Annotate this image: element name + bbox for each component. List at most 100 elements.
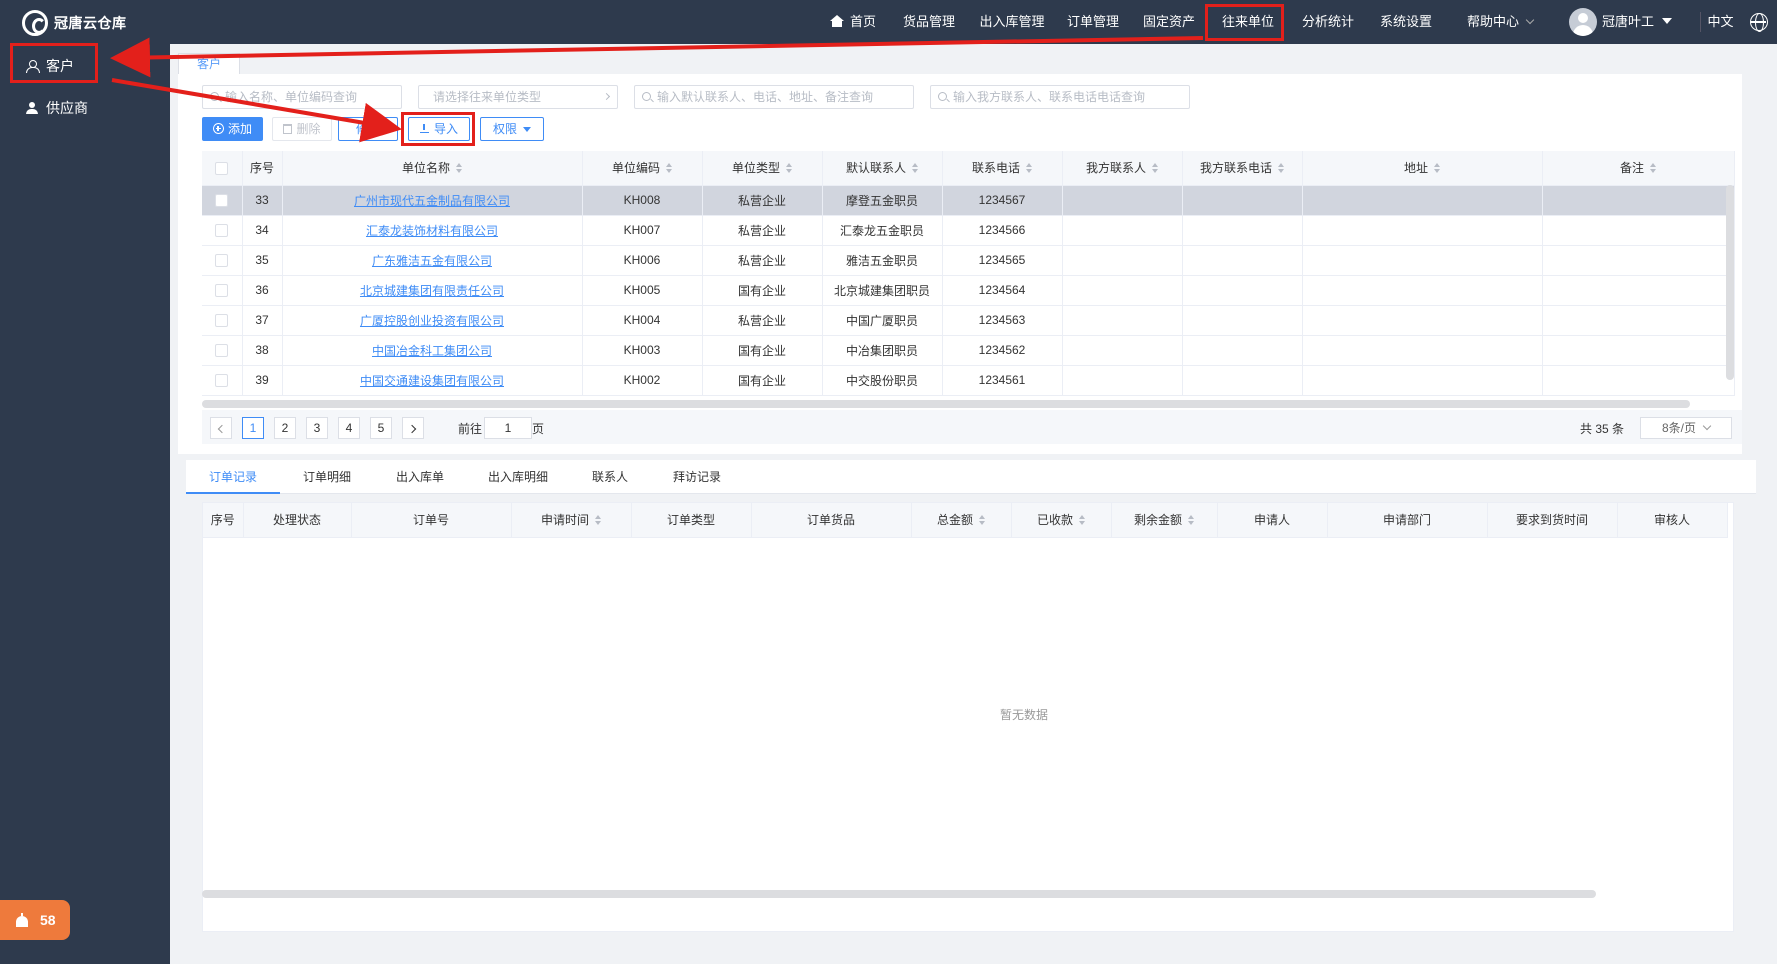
table-row[interactable]: 36 北京城建集团有限责任公司 KH005 国有企业 北京城建集团职员 1234564	[202, 275, 1735, 306]
horizontal-scrollbar[interactable]	[202, 890, 1596, 898]
tab-order-details[interactable]: 订单明细	[280, 460, 374, 494]
delete-button[interactable]: 删除	[272, 117, 332, 141]
cell-no: 35	[242, 245, 283, 276]
sort-icon[interactable]	[1026, 163, 1032, 174]
col-received[interactable]: 已收款	[1011, 503, 1112, 538]
cell-phone: 1234563	[942, 305, 1063, 336]
cell-address	[1302, 185, 1543, 216]
nav-help[interactable]: 帮助中心	[1450, 0, 1550, 44]
user-menu[interactable]: 冠唐叶工	[1602, 0, 1682, 44]
sidebar-item-supplier[interactable]: 供应商	[0, 88, 170, 128]
page-3[interactable]: 3	[306, 417, 328, 439]
row-checkbox[interactable]	[215, 254, 229, 268]
table-row[interactable]: 33 广州市现代五金制品有限公司 KH008 私营企业 摩登五金职员 1234567	[202, 185, 1735, 216]
select-all-cell[interactable]	[202, 151, 243, 186]
notification-button[interactable]: 58	[0, 900, 70, 940]
page-2[interactable]: 2	[274, 417, 296, 439]
nav-fixed-assets[interactable]: 固定资产	[1132, 0, 1206, 44]
page-4[interactable]: 4	[338, 417, 360, 439]
col-total[interactable]: 总金额	[911, 503, 1012, 538]
col-remark[interactable]: 备注	[1542, 151, 1735, 186]
cell-type: 国有企业	[702, 335, 823, 366]
sort-icon[interactable]	[595, 515, 601, 526]
col-our-phone[interactable]: 我方联系电话	[1182, 151, 1303, 186]
avatar[interactable]	[1569, 8, 1597, 36]
col-our-contact[interactable]: 我方联系人	[1062, 151, 1183, 186]
sort-icon[interactable]	[1650, 163, 1656, 174]
tab-contacts[interactable]: 联系人	[570, 460, 650, 494]
sort-icon[interactable]	[1079, 515, 1085, 526]
col-phone[interactable]: 联系电话	[942, 151, 1063, 186]
table-row[interactable]: 39 中国交通建设集团有限公司 KH002 国有企业 中交股份职员 1234561	[202, 365, 1735, 396]
row-checkbox[interactable]	[215, 344, 229, 358]
tab-stock-io-details[interactable]: 出入库明细	[466, 460, 570, 494]
sort-icon[interactable]	[1188, 515, 1194, 526]
company-link[interactable]: 汇泰龙装饰材料有限公司	[366, 224, 498, 238]
row-checkbox[interactable]	[215, 314, 229, 328]
col-address[interactable]: 地址	[1302, 151, 1543, 186]
name-search-input[interactable]: 输入名称、单位编码查询	[202, 85, 402, 109]
partner-type-select[interactable]: 请选择往来单位类型	[418, 85, 618, 109]
company-link[interactable]: 广东雅洁五金有限公司	[372, 254, 492, 268]
select-all-checkbox[interactable]	[215, 161, 229, 175]
globe-icon[interactable]	[1750, 13, 1768, 32]
sort-icon[interactable]	[786, 163, 792, 174]
company-link[interactable]: 广州市现代五金制品有限公司	[354, 194, 510, 208]
tab-visit-records[interactable]: 拜访记录	[650, 460, 744, 494]
page-size-select[interactable]: 8条/页	[1640, 417, 1732, 439]
tab-order-records[interactable]: 订单记录	[186, 460, 280, 494]
col-type[interactable]: 单位类型	[702, 151, 823, 186]
sort-icon[interactable]	[1434, 163, 1440, 174]
table-row[interactable]: 35 广东雅洁五金有限公司 KH006 私营企业 雅洁五金职员 1234565	[202, 245, 1735, 276]
horizontal-scrollbar[interactable]	[202, 400, 1690, 408]
table-row[interactable]: 37 广厦控股创业投资有限公司 KH004 私营企业 中国广厦职员 1234563	[202, 305, 1735, 336]
next-page-button[interactable]	[402, 417, 424, 439]
sort-icon[interactable]	[666, 163, 672, 174]
col-apply-time[interactable]: 申请时间	[511, 503, 632, 538]
edit-button[interactable]: 修改	[338, 117, 398, 141]
col-department: 申请部门	[1327, 503, 1488, 538]
company-link[interactable]: 中国交通建设集团有限公司	[360, 374, 504, 388]
add-button[interactable]: 添加	[202, 117, 263, 141]
our-contact-search-input[interactable]: 输入我方联系人、联系电话电话查询	[930, 85, 1190, 109]
nav-goods[interactable]: 货品管理	[894, 0, 964, 44]
vertical-scrollbar[interactable]	[1726, 185, 1734, 380]
col-label: 联系电话	[971, 161, 1020, 176]
sort-icon[interactable]	[456, 163, 462, 174]
language-switch[interactable]: 中文	[1700, 12, 1740, 32]
row-checkbox[interactable]	[215, 194, 229, 208]
col-name[interactable]: 单位名称	[282, 151, 583, 186]
checkbox	[202, 245, 243, 276]
prev-page-button[interactable]	[210, 417, 232, 439]
nav-settings[interactable]: 系统设置	[1370, 0, 1442, 44]
nav-orders[interactable]: 订单管理	[1058, 0, 1128, 44]
col-code[interactable]: 单位编码	[582, 151, 703, 186]
sort-icon[interactable]	[979, 515, 985, 526]
table-row[interactable]: 38 中国冶金科工集团公司 KH003 国有企业 中冶集团职员 1234562	[202, 335, 1735, 366]
sort-icon[interactable]	[1152, 163, 1158, 174]
sort-icon[interactable]	[912, 163, 918, 174]
page-1[interactable]: 1	[242, 417, 264, 439]
row-checkbox[interactable]	[215, 284, 229, 298]
permission-dropdown[interactable]: 权限	[480, 117, 544, 141]
cell-contact: 汇泰龙五金职员	[822, 215, 943, 246]
goto-page-input[interactable]: 1	[484, 417, 532, 439]
table-row[interactable]: 34 汇泰龙装饰材料有限公司 KH007 私营企业 汇泰龙五金职员 1234566	[202, 215, 1735, 246]
nav-home[interactable]: 首页	[818, 0, 888, 44]
page-tab-customer[interactable]: 客户	[178, 53, 240, 75]
nav-analytics[interactable]: 分析统计	[1292, 0, 1364, 44]
company-link[interactable]: 北京城建集团有限责任公司	[360, 284, 504, 298]
row-checkbox[interactable]	[215, 224, 229, 238]
cell-code: KH002	[582, 365, 703, 396]
contact-search-input[interactable]: 输入默认联系人、电话、地址、备注查询	[634, 85, 914, 109]
app-logo[interactable]: 冠唐云仓库	[22, 10, 127, 36]
company-link[interactable]: 广厦控股创业投资有限公司	[360, 314, 504, 328]
tab-stock-io[interactable]: 出入库单	[374, 460, 466, 494]
sort-icon[interactable]	[1278, 163, 1284, 174]
row-checkbox[interactable]	[215, 374, 229, 388]
col-contact[interactable]: 默认联系人	[822, 151, 943, 186]
col-remaining[interactable]: 剩余金额	[1111, 503, 1218, 538]
company-link[interactable]: 中国冶金科工集团公司	[372, 344, 492, 358]
page-5[interactable]: 5	[370, 417, 392, 439]
nav-stock-io[interactable]: 出入库管理	[970, 0, 1054, 44]
